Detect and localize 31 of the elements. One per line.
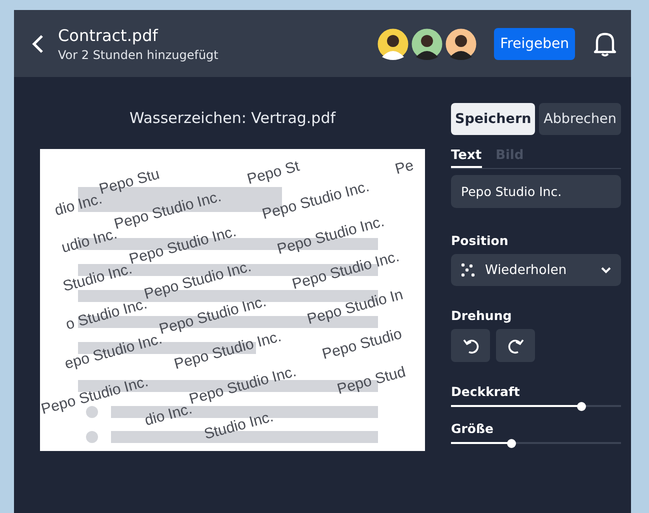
avatar[interactable] — [376, 26, 410, 60]
rotate-right-button[interactable] — [496, 329, 535, 362]
rotate-left-button[interactable] — [451, 329, 490, 362]
file-subtitle: Vor 2 Stunden hinzugefügt — [58, 48, 220, 62]
share-button[interactable]: Freigeben — [494, 28, 575, 60]
slider-thumb[interactable] — [577, 402, 586, 410]
position-dropdown[interactable]: Wiederholen — [451, 254, 621, 286]
watermark-text: Studio Inc. — [202, 407, 276, 444]
rotate-left-icon — [462, 338, 478, 354]
slider-thumb[interactable] — [506, 438, 516, 448]
save-button[interactable]: Speichern — [451, 103, 535, 135]
position-label: Position — [451, 233, 510, 248]
scatter-dots-icon — [461, 263, 475, 277]
slider-label: Größe — [451, 421, 494, 436]
rotation-label: Drehung — [451, 308, 513, 323]
watermark-text: Pepo Stu — [97, 164, 162, 198]
watermark-text-field[interactable]: Pepo Studio Inc. — [451, 175, 621, 208]
avatar[interactable] — [410, 26, 444, 60]
watermark-text: Pe — [393, 156, 416, 179]
back-icon[interactable] — [32, 34, 44, 54]
watermark-text: Pepo St — [245, 156, 302, 189]
notification-bell-icon[interactable] — [593, 30, 617, 56]
preview-title: Wasserzeichen: Vertrag.pdf — [129, 109, 336, 127]
watermark-text: Pepo Stud — [335, 362, 408, 399]
slider-label: Deckkraft — [451, 384, 521, 399]
tab[interactable]: Text — [451, 148, 482, 168]
cancel-button[interactable]: Abbrechen — [539, 103, 621, 135]
chevron-down-icon — [601, 266, 611, 274]
avatar[interactable] — [444, 26, 478, 60]
file-title: Contract.pdf — [58, 26, 160, 44]
rotate-right-icon — [508, 338, 524, 354]
